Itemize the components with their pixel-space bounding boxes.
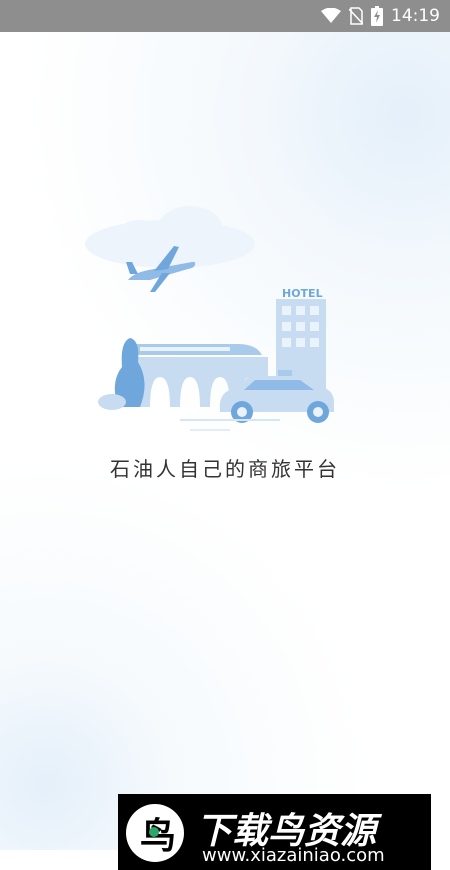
splash-screen: HOTEL 石油人自己的商旅平台 鸟 下载鸟资源 www.xiazainiao.…: [0, 32, 450, 870]
status-bar: 14:19: [0, 0, 450, 32]
svg-text:鸟: 鸟: [140, 816, 176, 857]
status-icons: 14:19: [321, 0, 440, 32]
train-icon: [132, 344, 262, 355]
slogan-text: 石油人自己的商旅平台: [110, 457, 340, 481]
tree-icon: [98, 338, 145, 410]
no-sim-icon: [349, 7, 363, 25]
hotel-sign: HOTEL: [282, 287, 323, 300]
bird-logo-icon: 鸟: [126, 804, 184, 862]
ground-line: [180, 419, 280, 431]
watermark-banner: 鸟 下载鸟资源 www.xiazainiao.com: [118, 794, 431, 870]
watermark-url: www.xiazainiao.com: [202, 845, 385, 866]
battery-charging-icon: [371, 6, 383, 26]
wifi-icon: [321, 8, 341, 23]
travel-illustration: HOTEL: [85, 206, 334, 431]
status-time: 14:19: [391, 6, 440, 26]
